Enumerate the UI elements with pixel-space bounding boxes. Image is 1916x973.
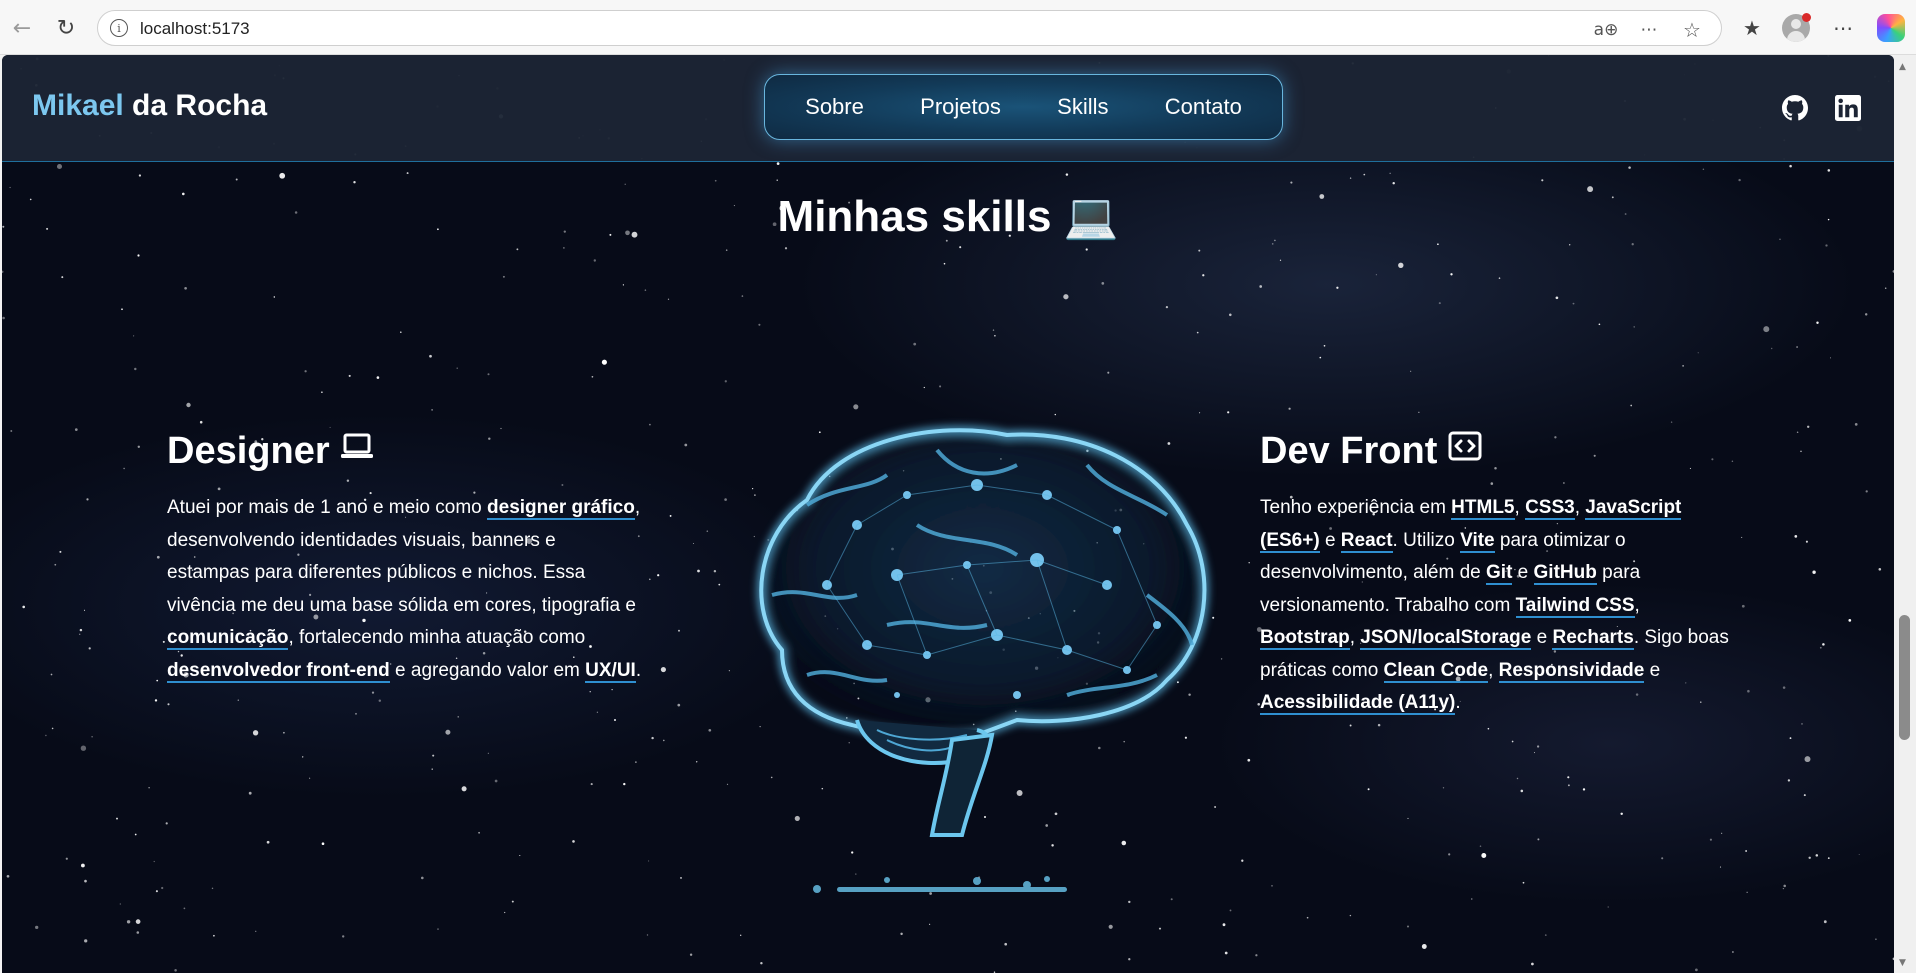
scroll-down-icon[interactable]: ▼ xyxy=(1899,958,1906,968)
favorite-star-icon[interactable]: ☆ xyxy=(1681,18,1703,42)
description-text: , xyxy=(1488,659,1499,681)
url-text[interactable]: localhost:5173 xyxy=(140,19,250,39)
designer-title: Designer xyxy=(167,430,330,472)
nav-contato[interactable]: Contato xyxy=(1165,94,1242,120)
description-text: e xyxy=(1531,627,1553,648)
skill-keyword: React xyxy=(1340,529,1393,553)
logo-first-name: Mikael xyxy=(32,89,124,122)
menu-dots-icon[interactable]: ⋯ xyxy=(1829,14,1857,42)
description-text: . xyxy=(635,659,642,681)
skill-keyword: CSS3 xyxy=(1525,497,1575,520)
description-text: , fortalecendo minha atuação como xyxy=(288,627,586,648)
description-text: Atuei por mais de 1 ano e meio como xyxy=(167,497,488,518)
skill-keyword: Recharts xyxy=(1552,627,1634,650)
description-text: e xyxy=(1319,529,1341,551)
back-icon[interactable]: ← xyxy=(6,12,38,44)
site-header: Mikael da Rocha Sobre Projetos Skills Co… xyxy=(2,55,1894,162)
description-text: . Utilizo xyxy=(1392,529,1461,551)
skill-keyword: Clean Code xyxy=(1383,659,1489,683)
more-tools-icon[interactable]: ⋯ xyxy=(1638,19,1660,41)
skill-keyword: comunicação xyxy=(167,627,289,650)
dev-front-title: Dev Front xyxy=(1260,430,1438,472)
logo-last-name: da Rocha xyxy=(123,89,268,122)
dev-front-description: Tenho experiência em HTML5, CSS3, JavaSc… xyxy=(1260,492,1735,720)
skill-keyword: UX/UI xyxy=(585,659,636,683)
favorites-icon[interactable]: ★ xyxy=(1738,14,1766,42)
main-nav: Sobre Projetos Skills Contato xyxy=(764,74,1283,140)
scrollbar-thumb[interactable] xyxy=(1899,615,1910,740)
skill-keyword: JSON/localStorage xyxy=(1360,627,1532,650)
description-text: e xyxy=(1512,562,1534,583)
address-bar[interactable]: i localhost:5173 a⊕ ⋯ ☆ xyxy=(97,10,1722,46)
dev-front-heading: Dev Front xyxy=(1260,430,1482,473)
skill-keyword: desenvolvedor front-end xyxy=(167,659,390,683)
nav-sobre[interactable]: Sobre xyxy=(805,94,864,120)
skill-keyword: designer gráfico xyxy=(487,497,635,520)
designer-description: Atuei por mais de 1 ano e meio como desi… xyxy=(167,492,642,687)
scroll-up-icon[interactable]: ▲ xyxy=(1899,62,1906,72)
description-text: . xyxy=(1455,692,1461,713)
skill-keyword: Responsividade xyxy=(1498,659,1645,683)
browser-toolbar: ← ↻ i localhost:5173 a⊕ ⋯ ☆ ★ ⋯ xyxy=(0,0,1916,55)
notification-dot xyxy=(1802,13,1811,22)
site-logo[interactable]: Mikael da Rocha xyxy=(32,89,267,123)
description-text: e agregando valor em xyxy=(389,659,586,681)
reload-icon[interactable]: ↻ xyxy=(50,12,82,44)
laptop-icon xyxy=(341,433,374,458)
description-text: Tenho experiência em xyxy=(1260,497,1452,518)
skill-keyword: Vite xyxy=(1460,529,1495,553)
description-text: , xyxy=(1634,594,1640,616)
skill-keyword: Acessibilidade (A11y) xyxy=(1260,692,1456,715)
skill-keyword: Tailwind CSS xyxy=(1515,594,1635,618)
github-icon[interactable] xyxy=(1782,95,1808,121)
designer-heading: Designer xyxy=(167,430,374,473)
nav-skills[interactable]: Skills xyxy=(1057,94,1108,120)
code-icon xyxy=(1448,431,1482,461)
description-text: e xyxy=(1644,659,1661,681)
skill-keyword: HTML5 xyxy=(1451,497,1515,520)
nav-projetos[interactable]: Projetos xyxy=(920,94,1001,120)
description-text: , xyxy=(1349,627,1361,648)
skill-keyword: Bootstrap xyxy=(1260,627,1350,650)
brain-illustration xyxy=(756,425,1209,893)
linkedin-icon[interactable] xyxy=(1835,95,1861,121)
skill-keyword: Git xyxy=(1486,562,1513,585)
translate-icon[interactable]: a⊕ xyxy=(1594,19,1619,41)
description-text: , xyxy=(1574,497,1586,518)
skills-section-title: Minhas skills 💻 xyxy=(777,192,1119,241)
description-text: , xyxy=(1514,497,1526,518)
copilot-icon[interactable] xyxy=(1877,14,1905,42)
skill-keyword: GitHub xyxy=(1533,562,1597,585)
site-info-icon[interactable]: i xyxy=(110,19,128,37)
page-scrollbar[interactable] xyxy=(1894,55,1916,973)
page-viewport: Mikael da Rocha Sobre Projetos Skills Co… xyxy=(2,55,1894,973)
